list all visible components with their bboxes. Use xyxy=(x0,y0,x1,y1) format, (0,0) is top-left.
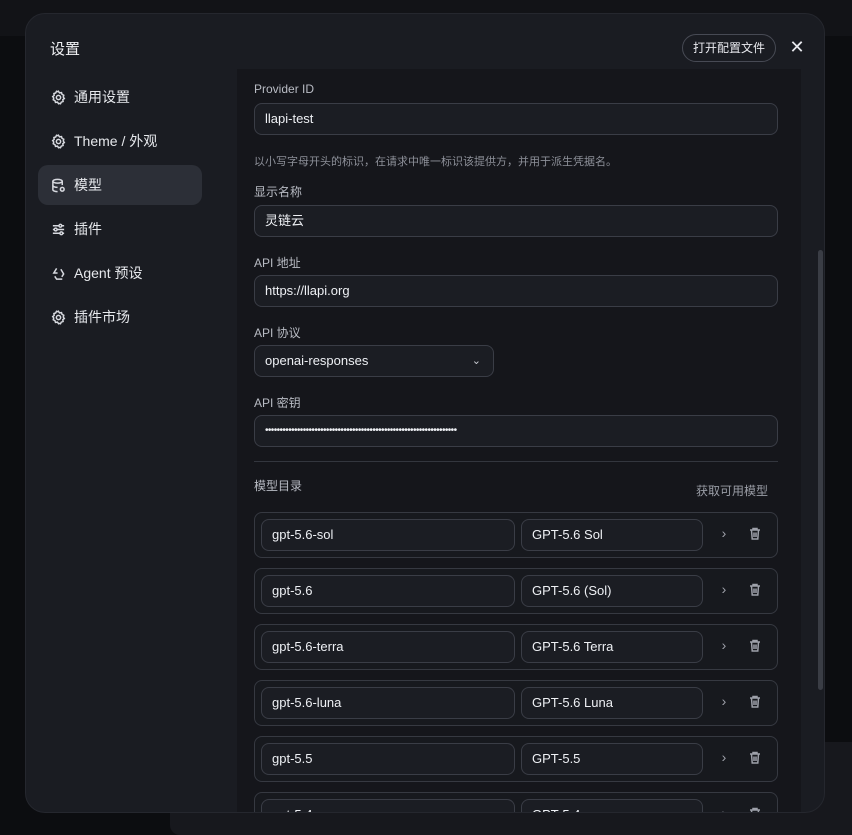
sidebar-item-label: 模型 xyxy=(74,177,102,193)
sidebar-item-label: 插件 xyxy=(74,221,102,237)
model-id-input[interactable]: gpt-5.6-terra xyxy=(261,631,515,663)
model-id-input[interactable]: gpt-5.6-luna xyxy=(261,687,515,719)
close-icon[interactable]: ✕ xyxy=(786,36,808,58)
chevron-right-icon[interactable]: › xyxy=(717,581,731,597)
model-id-input[interactable]: gpt-5.5 xyxy=(261,743,515,775)
sidebar-item-general[interactable]: 通用设置 xyxy=(38,77,202,117)
display-name-input[interactable]: 灵链云 xyxy=(254,205,778,237)
api-protocol-value: openai-responses xyxy=(265,353,369,368)
model-row: gpt-5.6-luna GPT-5.6 Luna › xyxy=(254,680,778,726)
sidebar-item-label: 通用设置 xyxy=(74,89,130,105)
model-id-input[interactable]: gpt-5.6-sol xyxy=(261,519,515,551)
chevron-right-icon[interactable]: › xyxy=(717,525,731,541)
model-name-input[interactable]: GPT-5.5 xyxy=(521,743,703,775)
display-name-label: 显示名称 xyxy=(254,185,303,199)
model-name-input[interactable]: GPT-5.4 xyxy=(521,799,703,812)
model-row: gpt-5.6-terra GPT-5.6 Terra › xyxy=(254,624,778,670)
model-name-input[interactable]: GPT-5.6 Terra xyxy=(521,631,703,663)
trash-icon[interactable] xyxy=(749,583,763,599)
model-row: gpt-5.6-sol GPT-5.6 Sol › xyxy=(254,512,778,558)
trash-icon[interactable] xyxy=(749,527,763,543)
model-row: gpt-5.6 GPT-5.6 (Sol) › xyxy=(254,568,778,614)
api-key-label: API 密钥 xyxy=(254,396,301,410)
sidebar-item-label: Agent 预设 xyxy=(74,265,143,281)
model-name-input[interactable]: GPT-5.6 Luna xyxy=(521,687,703,719)
settings-sidebar: 通用设置 Theme / 外观 模型 插件 Agent 预设 插件市场 xyxy=(38,77,202,341)
api-protocol-select[interactable]: openai-responses ⌄ xyxy=(254,345,494,377)
provider-id-hint: 以小写字母开头的标识，在请求中唯一标识该提供方，并用于派生凭据名。 xyxy=(254,156,617,168)
trash-icon[interactable] xyxy=(749,695,763,711)
model-row: gpt-5.4 GPT-5.4 › xyxy=(254,792,778,812)
trash-icon[interactable] xyxy=(749,751,763,767)
fetch-models-button[interactable]: 获取可用模型 xyxy=(696,482,768,499)
model-name-input[interactable]: GPT-5.6 Sol xyxy=(521,519,703,551)
gear-icon xyxy=(50,133,66,149)
sidebar-item-plugins[interactable]: 插件 xyxy=(38,209,202,249)
api-address-label: API 地址 xyxy=(254,256,301,270)
sliders-icon xyxy=(50,221,66,237)
gear-icon xyxy=(50,89,66,105)
sidebar-item-plugin-market[interactable]: 插件市场 xyxy=(38,297,202,337)
database-icon xyxy=(50,177,66,193)
chevron-right-icon[interactable]: › xyxy=(717,693,731,709)
chevron-right-icon[interactable]: › xyxy=(717,637,731,653)
provider-id-input[interactable]: llapi-test xyxy=(254,103,778,135)
model-name-input[interactable]: GPT-5.6 (Sol) xyxy=(521,575,703,607)
api-key-input[interactable]: ••••••••••••••••••••••••••••••••••••••••… xyxy=(254,415,778,447)
model-id-input[interactable]: gpt-5.4 xyxy=(261,799,515,812)
chevron-right-icon[interactable]: › xyxy=(717,805,731,812)
trash-icon[interactable] xyxy=(749,639,763,655)
sidebar-item-label: 插件市场 xyxy=(74,309,130,325)
provider-id-label: Provider ID xyxy=(254,82,315,96)
settings-modal: 设置 打开配置文件 ✕ 通用设置 Theme / 外观 模型 插件 Agent … xyxy=(25,13,825,813)
api-protocol-label: API 协议 xyxy=(254,326,301,340)
trash-icon[interactable] xyxy=(749,807,763,812)
sidebar-item-models[interactable]: 模型 xyxy=(38,165,202,205)
recycle-icon xyxy=(50,265,66,281)
catalog-title: 模型目录 xyxy=(254,479,303,493)
api-address-input[interactable]: https://llapi.org xyxy=(254,275,778,307)
provider-form: Provider ID llapi-test 以小写字母开头的标识，在请求中唯一… xyxy=(237,69,801,812)
chevron-right-icon[interactable]: › xyxy=(717,749,731,765)
sidebar-item-label: Theme / 外观 xyxy=(74,133,158,149)
modal-title: 设置 xyxy=(50,41,81,58)
sidebar-item-agent-presets[interactable]: Agent 预设 xyxy=(38,253,202,293)
chevron-down-icon: ⌄ xyxy=(471,355,481,367)
content-scrollbar[interactable] xyxy=(818,250,823,690)
open-config-button[interactable]: 打开配置文件 xyxy=(682,34,777,62)
gear-icon xyxy=(50,309,66,325)
model-id-input[interactable]: gpt-5.6 xyxy=(261,575,515,607)
sidebar-item-theme[interactable]: Theme / 外观 xyxy=(38,121,202,161)
section-divider xyxy=(254,461,778,462)
model-row: gpt-5.5 GPT-5.5 › xyxy=(254,736,778,782)
